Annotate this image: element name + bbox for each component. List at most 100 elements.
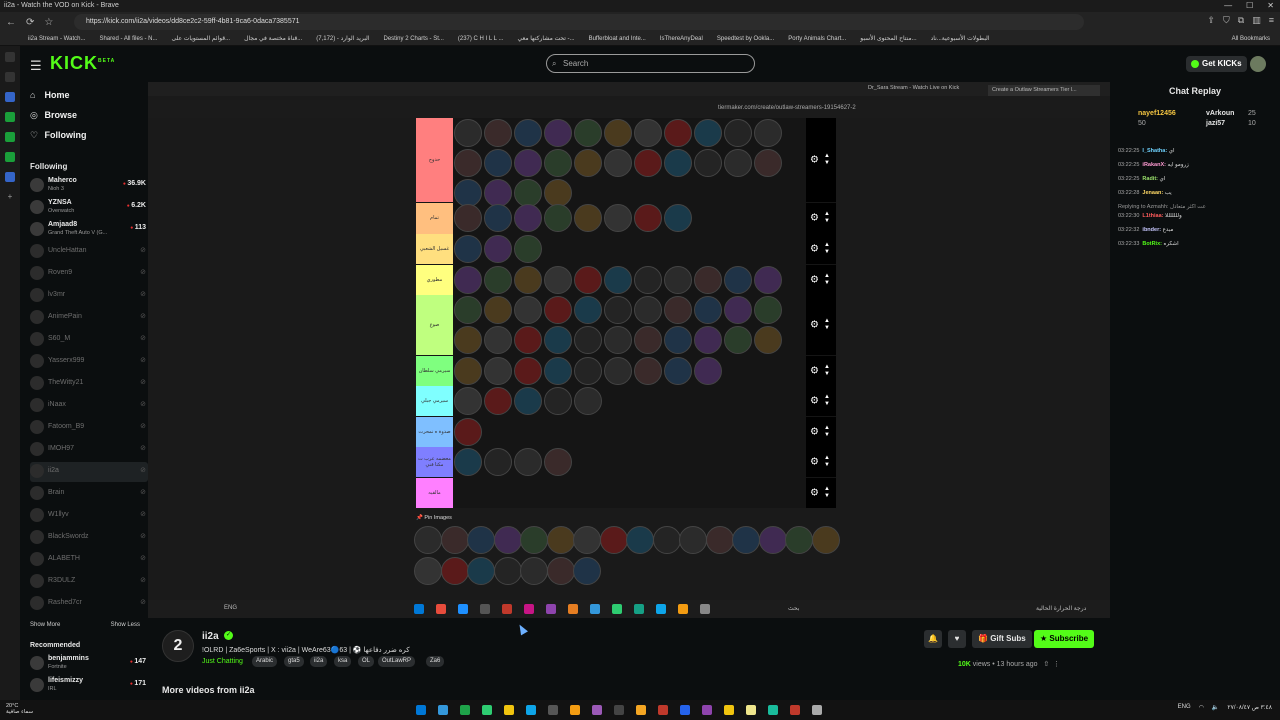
gift-subs-button[interactable]: 🎁 Gift Subs	[972, 630, 1032, 648]
user-avatar[interactable]	[1250, 56, 1266, 72]
category-link[interactable]: Just Chatting	[202, 658, 243, 665]
follow-heart-icon[interactable]: ♥	[948, 630, 966, 648]
following-channel[interactable]: YZNSAOverwatch6.2K	[30, 198, 148, 218]
taskbar-app-icon[interactable]	[460, 705, 470, 715]
taskbar-app-icon[interactable]	[526, 705, 536, 715]
channel-avatar[interactable]: 2	[162, 630, 194, 662]
show-less-link[interactable]: Show Less	[111, 622, 140, 628]
wifi-icon[interactable]: ◠	[1199, 704, 1204, 711]
following-channel[interactable]: Fatoom_B9 ⊘	[30, 418, 148, 438]
bookmark-item[interactable]: منتاح المحتوى الأسبو...	[860, 35, 916, 42]
recommended-channel[interactable]: lifeismizzyIRL171	[30, 676, 148, 696]
share-icon[interactable]: ⇪	[1207, 15, 1215, 26]
messenger-app-icon[interactable]	[5, 172, 15, 182]
taskbar-app-icon[interactable]	[614, 705, 624, 715]
more-options-icon[interactable]: ⋮	[1053, 661, 1060, 668]
following-channel[interactable]: ALABETH ⊘	[30, 550, 148, 570]
discord-app-icon[interactable]	[5, 92, 15, 102]
following-channel[interactable]: Roven9 ⊘	[30, 264, 148, 284]
tag[interactable]: ii2a	[310, 656, 328, 667]
tag[interactable]: OutLawRP	[378, 656, 416, 667]
bookmark-item[interactable]: (237) C H I L L ...	[458, 36, 504, 42]
recommended-channel[interactable]: benjamminsFortnite147	[30, 654, 148, 674]
taskbar-app-icon[interactable]	[658, 705, 668, 715]
maximize-icon[interactable]: ☐	[1246, 0, 1253, 12]
following-channel[interactable]: lv3mr ⊘	[30, 286, 148, 306]
bookmark-item[interactable]: قوائم المستويات على...	[172, 35, 231, 42]
following-channel[interactable]: R3DULZ ⊘	[30, 572, 148, 592]
extensions-icon[interactable]: ⧉	[1238, 15, 1244, 26]
tag[interactable]: ksa	[334, 656, 352, 667]
bookmark-item[interactable]: البطولات الأسبوعية...ناد	[931, 35, 990, 42]
taskbar-app-icon[interactable]	[680, 705, 690, 715]
sidebar-app-icon[interactable]	[5, 52, 15, 62]
following-channel[interactable]: Amjaad8Grand Theft Auto V (G...113	[30, 220, 148, 240]
bookmark-item[interactable]: البريد الوارد - (7,172)	[316, 35, 369, 42]
kick-app-icon[interactable]	[5, 152, 15, 162]
following-channel[interactable]: AnimePain ⊘	[30, 308, 148, 328]
reload-icon[interactable]: ⟳	[26, 17, 34, 28]
taskbar-app-icon[interactable]	[416, 705, 426, 715]
taskbar-app-icon[interactable]	[790, 705, 800, 715]
tray-lang[interactable]: ENG	[1178, 704, 1191, 711]
taskbar-app-icon[interactable]	[482, 705, 492, 715]
volume-icon[interactable]: 🔈	[1212, 704, 1219, 711]
following-channel[interactable]: Brain ⊘	[30, 484, 148, 504]
bookmark-item[interactable]: IsThereAnyDeal	[660, 36, 703, 42]
url-bar[interactable]: https://kick.com/ii2a/videos/dd8ce2c2-59…	[74, 14, 1084, 30]
show-more-link[interactable]: Show More	[30, 622, 60, 628]
taskbar-app-icon[interactable]	[548, 705, 558, 715]
kick-logo[interactable]: KICKBETA	[50, 53, 115, 74]
tray-clock[interactable]: ٣:٤٨ ص ٢٧/٠٨/٤٧	[1227, 704, 1272, 711]
sidebar-toggle-icon[interactable]: ▥	[1252, 15, 1261, 26]
following-channel[interactable]: TheWitty21 ⊘	[30, 374, 148, 394]
tag[interactable]: gta5	[284, 656, 304, 667]
taskbar-app-icon[interactable]	[812, 705, 822, 715]
kick-app-icon[interactable]	[5, 112, 15, 122]
get-kicks-button[interactable]: Get KICKs	[1186, 56, 1247, 72]
bookmark-page-icon[interactable]: ☆	[44, 17, 53, 28]
bookmark-item[interactable]: تحت مشاركتها معي -...	[517, 35, 574, 42]
back-icon[interactable]: ←	[6, 17, 16, 28]
bookmark-item[interactable]: Porty Animals Chart...	[788, 36, 846, 42]
bookmark-item[interactable]: Speedtest by Ookla...	[717, 36, 774, 42]
subscribe-button[interactable]: ★ Subscribe	[1034, 630, 1095, 648]
taskbar-app-icon[interactable]	[504, 705, 514, 715]
kick-app-icon[interactable]	[5, 132, 15, 142]
video-player[interactable]: Dr_Sara Stream - Watch Live on Kick Crea…	[148, 82, 1110, 618]
following-channel[interactable]: S60_M ⊘	[30, 330, 148, 350]
bookmark-item[interactable]: ii2a Stream - Watch...	[28, 36, 85, 42]
tag[interactable]: Arabic	[252, 656, 278, 667]
notification-bell-icon[interactable]: 🔔	[924, 630, 942, 648]
brave-shield-icon[interactable]: ⛉	[1223, 15, 1230, 26]
nav-following[interactable]: ♡ Following	[30, 130, 87, 141]
nav-browse[interactable]: ◎ Browse	[30, 110, 77, 121]
taskbar-app-icon[interactable]	[702, 705, 712, 715]
following-channel[interactable]: Yasserx999 ⊘	[30, 352, 148, 372]
taskbar-app-icon[interactable]	[724, 705, 734, 715]
all-bookmarks[interactable]: All Bookmarks	[1232, 36, 1270, 42]
bookmark-item[interactable]: Destiny 2 Charts - St...	[384, 36, 444, 42]
taskbar-app-icon[interactable]	[768, 705, 778, 715]
search-input[interactable]: ⌕ Search	[546, 54, 755, 73]
bookmark-item[interactable]: Bufferbloat and Inte...	[589, 36, 646, 42]
hamburger-menu-icon[interactable]: ☰	[30, 58, 42, 74]
menu-icon[interactable]: ≡	[1269, 15, 1274, 26]
following-channel[interactable]: Rashed7cr ⊘	[30, 594, 148, 614]
weather-widget[interactable]: 20°C سماء صافية	[6, 703, 33, 715]
tag[interactable]: OL	[358, 656, 375, 667]
minimize-icon[interactable]: —	[1224, 0, 1232, 12]
close-icon[interactable]: ✕	[1267, 0, 1274, 12]
bookmark-item[interactable]: Shared - All files - N...	[99, 36, 157, 42]
x-app-icon[interactable]	[5, 72, 15, 82]
taskbar-app-icon[interactable]	[592, 705, 602, 715]
taskbar-app-icon[interactable]	[746, 705, 756, 715]
add-app-icon[interactable]: +	[8, 192, 13, 201]
following-channel-selected[interactable]: ii2a ⊘	[30, 462, 148, 482]
bookmark-item[interactable]: قناة مختصة في مجال...	[244, 35, 302, 42]
following-channel[interactable]: MahercoNioh 336.9K	[30, 176, 148, 196]
taskbar-app-icon[interactable]	[438, 705, 448, 715]
following-channel[interactable]: W1llyv ⊘	[30, 506, 148, 526]
nav-home[interactable]: ⌂ Home	[30, 90, 70, 100]
share-icon[interactable]: ⇧	[1043, 661, 1049, 668]
